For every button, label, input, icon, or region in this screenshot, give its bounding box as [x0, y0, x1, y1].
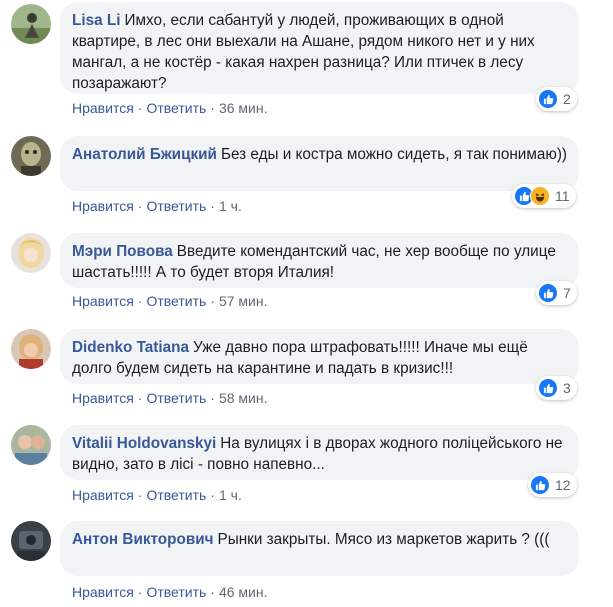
- separator: ·: [137, 100, 143, 116]
- comment-bubble: Lisa Li Имхо, если сабантуй у людей, прож…: [60, 2, 579, 94]
- separator: ·: [210, 198, 215, 214]
- reaction-count: 12: [555, 477, 571, 493]
- like-icon: [530, 475, 550, 495]
- reactions-badge[interactable]: 7: [536, 281, 577, 305]
- avatar[interactable]: [11, 4, 51, 44]
- avatar[interactable]: [11, 425, 51, 465]
- comment-bubble: Мэри Повова Введите комендантский час, не…: [60, 233, 579, 288]
- separator: ·: [137, 390, 143, 406]
- avatar[interactable]: [11, 521, 51, 561]
- separator: ·: [210, 100, 215, 116]
- reactions-badge[interactable]: 2: [536, 87, 577, 111]
- separator: ·: [210, 584, 215, 600]
- separator: ·: [137, 487, 143, 503]
- reactions-badge[interactable]: 3: [536, 376, 577, 400]
- like-link[interactable]: Нравится: [72, 198, 134, 214]
- separator: ·: [137, 198, 143, 214]
- comment-author[interactable]: Vitalii Holdovanskyi: [72, 435, 216, 452]
- avatar[interactable]: [11, 329, 51, 369]
- comment-actions: Нравится · Ответить · 1 ч.: [72, 487, 242, 503]
- like-icon: [538, 283, 558, 303]
- comment-actions: Нравится · Ответить · 58 мин.: [72, 390, 268, 406]
- like-icon: [538, 378, 558, 398]
- comment-time[interactable]: 1 ч.: [219, 198, 242, 214]
- comment-text: Без еды и костра можно сидеть, я так пон…: [220, 146, 568, 163]
- avatar[interactable]: [11, 233, 51, 273]
- like-link[interactable]: Нравится: [72, 487, 134, 503]
- comment-bubble: Антон Викторович Рынки закрыты. Мясо из м…: [60, 521, 579, 576]
- like-link[interactable]: Нравится: [72, 100, 134, 116]
- reaction-count: 3: [563, 380, 571, 396]
- separator: ·: [210, 293, 215, 309]
- reply-link[interactable]: Ответить: [146, 390, 206, 406]
- comment-author[interactable]: Lisa Li: [72, 12, 120, 29]
- comment-actions: Нравится · Ответить · 36 мин.: [72, 100, 268, 116]
- comment-author[interactable]: Анатолий Бжицкий: [72, 146, 217, 163]
- comment-actions: Нравится · Ответить · 57 мин.: [72, 293, 268, 309]
- reaction-count: 11: [555, 188, 570, 204]
- separator: ·: [137, 293, 143, 309]
- reply-link[interactable]: Ответить: [146, 293, 206, 309]
- comment-author[interactable]: Didenko Tatiana: [72, 339, 189, 356]
- reply-link[interactable]: Ответить: [146, 100, 206, 116]
- comment-actions: Нравится · Ответить · 1 ч.: [72, 198, 242, 214]
- like-link[interactable]: Нравится: [72, 293, 134, 309]
- comment-text: Имхо, если сабантуй у людей, проживающих…: [72, 12, 535, 92]
- comment-author[interactable]: Антон Викторович: [72, 531, 214, 548]
- reaction-count: 2: [563, 91, 571, 107]
- comment-bubble: Didenko Tatiana Уже давно пора штрафовать…: [60, 329, 579, 384]
- comment-time[interactable]: 58 мин.: [219, 390, 268, 406]
- like-link[interactable]: Нравится: [72, 584, 134, 600]
- comment-time[interactable]: 1 ч.: [219, 487, 242, 503]
- like-icon: [538, 89, 558, 109]
- reaction-count: 7: [563, 285, 571, 301]
- comment-time[interactable]: 57 мин.: [219, 293, 268, 309]
- separator: ·: [210, 390, 215, 406]
- reactions-badge[interactable]: 11: [512, 184, 576, 208]
- comment-actions: Нравится · Ответить · 46 мин.: [72, 584, 268, 600]
- comment-bubble: Анатолий Бжицкий Без еды и костра можно с…: [60, 136, 579, 191]
- comment-bubble: Vitalii Holdovanskyi На вулицях і в двора…: [60, 425, 579, 480]
- avatar[interactable]: [11, 136, 51, 176]
- haha-icon: [530, 186, 550, 206]
- comment-author[interactable]: Мэри Повова: [72, 243, 173, 260]
- comment-text: Рынки закрыты. Мясо из маркетов жарить ?…: [217, 531, 550, 548]
- comment-time[interactable]: 46 мин.: [219, 584, 268, 600]
- comment-time[interactable]: 36 мин.: [219, 100, 268, 116]
- reply-link[interactable]: Ответить: [146, 584, 206, 600]
- separator: ·: [137, 584, 143, 600]
- like-link[interactable]: Нравится: [72, 390, 134, 406]
- reply-link[interactable]: Ответить: [146, 487, 206, 503]
- separator: ·: [210, 487, 215, 503]
- reply-link[interactable]: Ответить: [146, 198, 206, 214]
- reactions-badge[interactable]: 12: [528, 473, 577, 497]
